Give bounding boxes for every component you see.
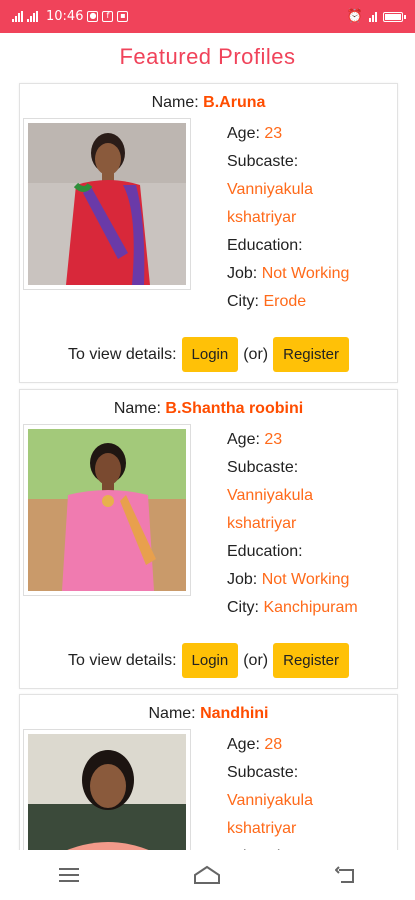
name-label: Name: xyxy=(113,400,161,417)
subcaste-value-line2: kshatriyar xyxy=(227,820,297,837)
status-bar: 10:46 ● f ▪ ⏰ xyxy=(0,0,415,33)
profile-name-line: Name: Nandhini xyxy=(20,705,397,723)
profile-card: Name: B.Shantha roobini Age: 23 Subcaste… xyxy=(19,389,398,689)
profile-photo[interactable] xyxy=(23,729,191,863)
profile-name[interactable]: B.Aruna xyxy=(203,94,265,111)
education-label: Education: xyxy=(227,543,303,560)
menu-icon[interactable] xyxy=(49,860,89,890)
home-icon[interactable] xyxy=(187,860,227,890)
battery-icon xyxy=(383,11,406,22)
or-label: (or) xyxy=(243,345,269,363)
profile-details: Age: 23 Subcaste: Vanniyakula kshatriyar… xyxy=(227,426,358,622)
profile-photo[interactable] xyxy=(23,118,191,290)
city-value: Kanchipuram xyxy=(263,599,358,616)
login-button[interactable]: Login xyxy=(181,337,239,372)
subcaste-value-line1: Vanniyakula xyxy=(227,181,313,198)
city-value: Erode xyxy=(263,293,307,310)
page-title: Featured Profiles xyxy=(119,44,296,69)
profile-name[interactable]: Nandhini xyxy=(200,705,268,722)
profile-details: Age: 23 Subcaste: Vanniyakula kshatriyar… xyxy=(227,120,349,316)
network-icon xyxy=(369,11,377,22)
view-details-row: To view details: Login (or) Register xyxy=(20,643,397,678)
profile-name-line: Name: B.Aruna xyxy=(20,94,397,112)
facebook-icon: f xyxy=(102,11,114,22)
profile-name-line: Name: B.Shantha roobini xyxy=(20,400,397,418)
profile-card: Name: Nandhini Age: 28 Subcaste: Vanniya… xyxy=(19,694,398,864)
alarm-icon: ⏰ xyxy=(346,9,363,24)
gallery-icon: ▪ xyxy=(117,11,129,22)
subcaste-value-line2: kshatriyar xyxy=(227,515,297,532)
job-value: Not Working xyxy=(261,265,350,282)
or-label: (or) xyxy=(243,651,269,669)
subcaste-label: Subcaste: xyxy=(227,764,299,781)
profile-name[interactable]: B.Shantha roobini xyxy=(165,400,303,417)
name-label: Name: xyxy=(151,94,199,111)
name-label: Name: xyxy=(148,705,196,722)
profile-details: Age: 28 Subcaste: Vanniyakula kshatriyar… xyxy=(227,731,313,863)
city-label: City: xyxy=(227,599,259,616)
system-nav-bar xyxy=(0,850,415,900)
subcaste-value-line2: kshatriyar xyxy=(227,209,297,226)
age-value: 28 xyxy=(264,736,283,753)
subcaste-value-line1: Vanniyakula xyxy=(227,792,313,809)
subcaste-value-line1: Vanniyakula xyxy=(227,487,313,504)
profile-card: Name: B.Aruna Age: 23 Subcaste: Vanniyak… xyxy=(19,83,398,383)
age-value: 23 xyxy=(264,431,283,448)
age-value: 23 xyxy=(264,125,283,142)
city-label: City: xyxy=(227,293,259,310)
register-button[interactable]: Register xyxy=(273,643,349,678)
subcaste-label: Subcaste: xyxy=(227,153,299,170)
age-label: Age: xyxy=(227,125,260,142)
job-label: Job: xyxy=(227,571,258,588)
age-label: Age: xyxy=(227,431,260,448)
back-icon[interactable] xyxy=(326,860,366,890)
subcaste-label: Subcaste: xyxy=(227,459,299,476)
education-label: Education: xyxy=(227,237,303,254)
register-button[interactable]: Register xyxy=(273,337,349,372)
login-button[interactable]: Login xyxy=(181,643,239,678)
age-label: Age: xyxy=(227,736,260,753)
job-value: Not Working xyxy=(261,571,350,588)
whatsapp-icon: ● xyxy=(87,11,99,22)
job-label: Job: xyxy=(227,265,258,282)
view-details-row: To view details: Login (or) Register xyxy=(20,337,397,372)
signal-icon-2 xyxy=(27,11,38,22)
view-details-label: To view details: xyxy=(68,651,177,669)
status-time: 10:46 xyxy=(46,9,84,24)
profile-photo[interactable] xyxy=(23,424,191,596)
view-details-label: To view details: xyxy=(68,345,177,363)
signal-icon xyxy=(12,11,23,22)
